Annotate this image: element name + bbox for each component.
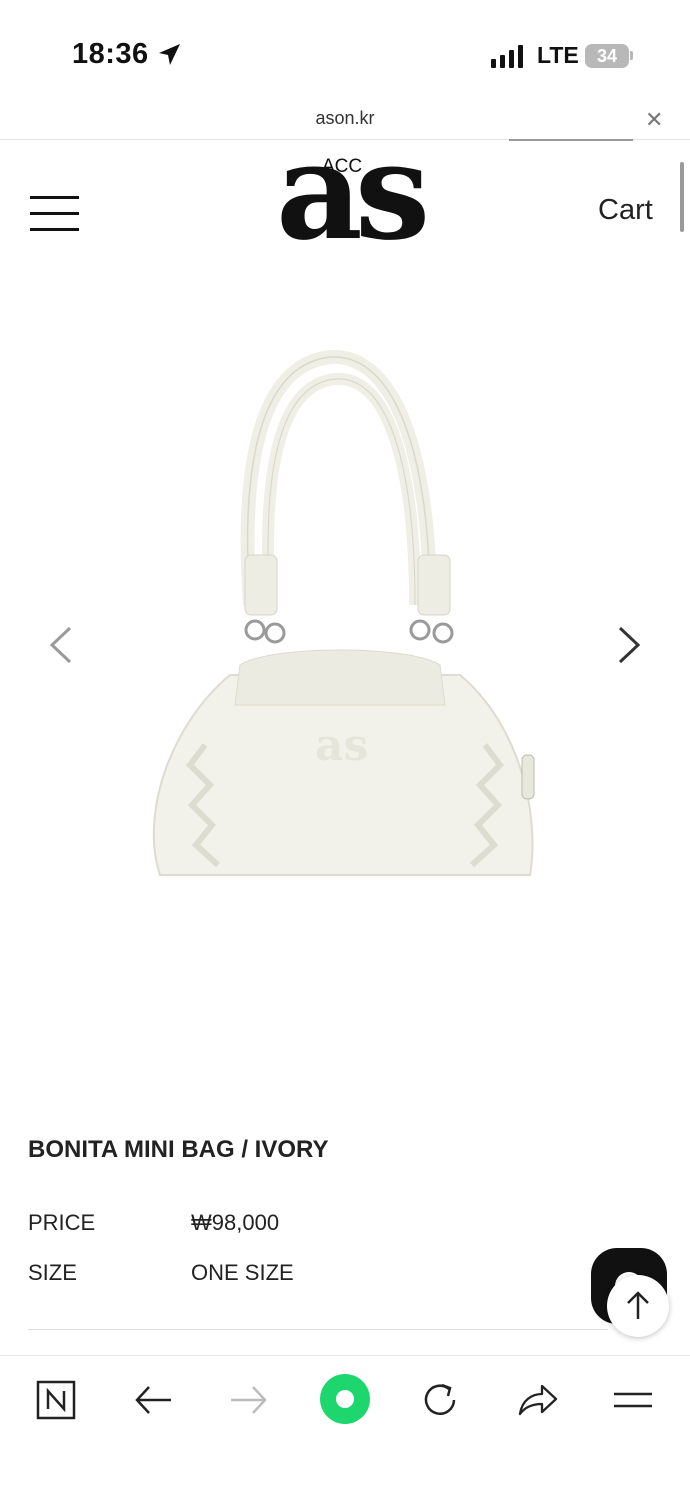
product-title: BONITA MINI BAG / IVORY: [28, 1136, 329, 1163]
product-image[interactable]: as: [130, 345, 560, 905]
network-type: LTE: [537, 42, 579, 68]
info-divider: [28, 1329, 608, 1330]
logo-sub: ACC: [322, 156, 363, 177]
forward-arrow-icon[interactable]: [225, 1376, 273, 1424]
location-arrow-icon: [159, 44, 180, 65]
menu-lines-icon[interactable]: [609, 1376, 657, 1424]
price-label: PRICE: [28, 1210, 96, 1235]
status-time: 18:36: [72, 38, 149, 70]
svg-text:as: as: [315, 720, 368, 771]
size-label: SIZE: [28, 1260, 77, 1285]
naver-home-icon[interactable]: [32, 1376, 80, 1424]
size-value: ONE SIZE: [191, 1260, 294, 1285]
chevron-right-icon[interactable]: [608, 622, 648, 668]
price-value: ₩98,000: [191, 1210, 280, 1235]
scroll-top-button[interactable]: [607, 1275, 669, 1337]
battery-tip: [630, 51, 633, 60]
hamburger-menu-icon[interactable]: [30, 196, 80, 232]
cart-link[interactable]: Cart: [598, 194, 653, 227]
logo-mark: as: [276, 112, 430, 270]
green-dot-icon[interactable]: [319, 1373, 371, 1425]
battery-level: 34: [596, 46, 618, 66]
reload-icon[interactable]: [416, 1376, 464, 1424]
signal-icon: [491, 45, 523, 68]
scrollbar[interactable]: [680, 162, 684, 232]
battery-icon: 34: [585, 44, 629, 68]
chevron-left-icon[interactable]: [42, 622, 82, 668]
back-arrow-icon[interactable]: [129, 1376, 177, 1424]
arrow-up-icon: [627, 1291, 649, 1319]
close-icon[interactable]: ✕: [645, 107, 663, 133]
site-logo[interactable]: as ACC: [272, 124, 430, 275]
share-icon[interactable]: [512, 1376, 560, 1424]
load-progress: [509, 139, 633, 141]
